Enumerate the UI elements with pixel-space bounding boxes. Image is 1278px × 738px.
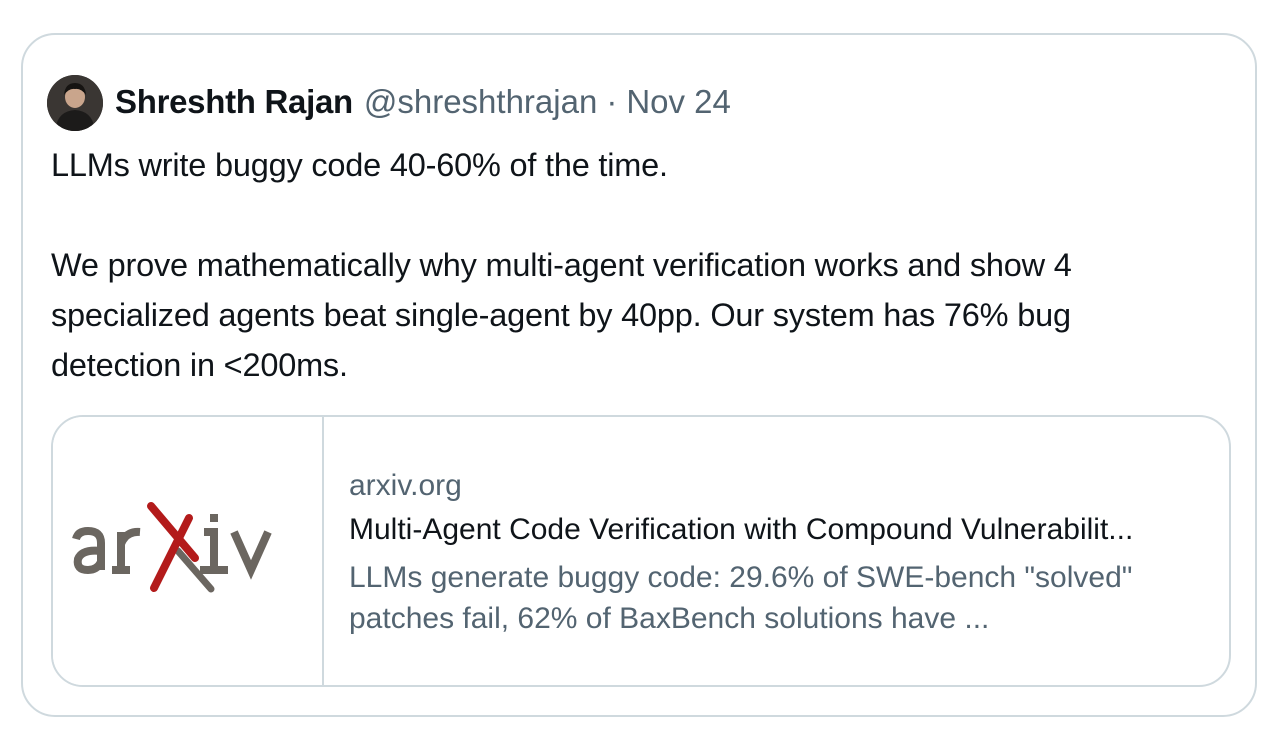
- author-handle[interactable]: @shreshthrajan: [364, 82, 597, 122]
- tweet-date[interactable]: Nov 24: [626, 82, 731, 122]
- link-preview-card[interactable]: arxiv.org Multi-Agent Code Verification …: [51, 415, 1231, 687]
- tweet-paragraph: specialized agents beat single-agent by …: [51, 297, 1071, 333]
- avatar[interactable]: [47, 75, 103, 131]
- link-thumbnail: [53, 417, 324, 685]
- tweet-text: LLMs write buggy code 40-60% of the time…: [51, 140, 1241, 390]
- tweet-paragraph: We prove mathematically why multi-agent …: [51, 247, 1072, 283]
- tweet-header: Shreshth Rajan @shreshthrajan · Nov 24: [115, 82, 731, 122]
- tweet-paragraph: detection in <200ms.: [51, 347, 348, 383]
- avatar-image: [47, 75, 103, 131]
- link-text-area[interactable]: arxiv.org Multi-Agent Code Verification …: [324, 417, 1229, 685]
- link-description-line: LLMs generate buggy code: 29.6% of SWE-b…: [349, 561, 1133, 594]
- author-name[interactable]: Shreshth Rajan: [115, 82, 353, 122]
- link-description-line: patches fail, 62% of BaxBench solutions …: [349, 602, 990, 635]
- link-title[interactable]: Multi-Agent Code Verification with Compo…: [349, 511, 1179, 549]
- link-domain: arxiv.org: [349, 469, 462, 502]
- separator: ·: [606, 83, 618, 120]
- arxiv-logo: [71, 502, 272, 593]
- tweet-paragraph: LLMs write buggy code 40-60% of the time…: [51, 147, 668, 183]
- link-description: LLMs generate buggy code: 29.6% of SWE-b…: [349, 557, 1179, 639]
